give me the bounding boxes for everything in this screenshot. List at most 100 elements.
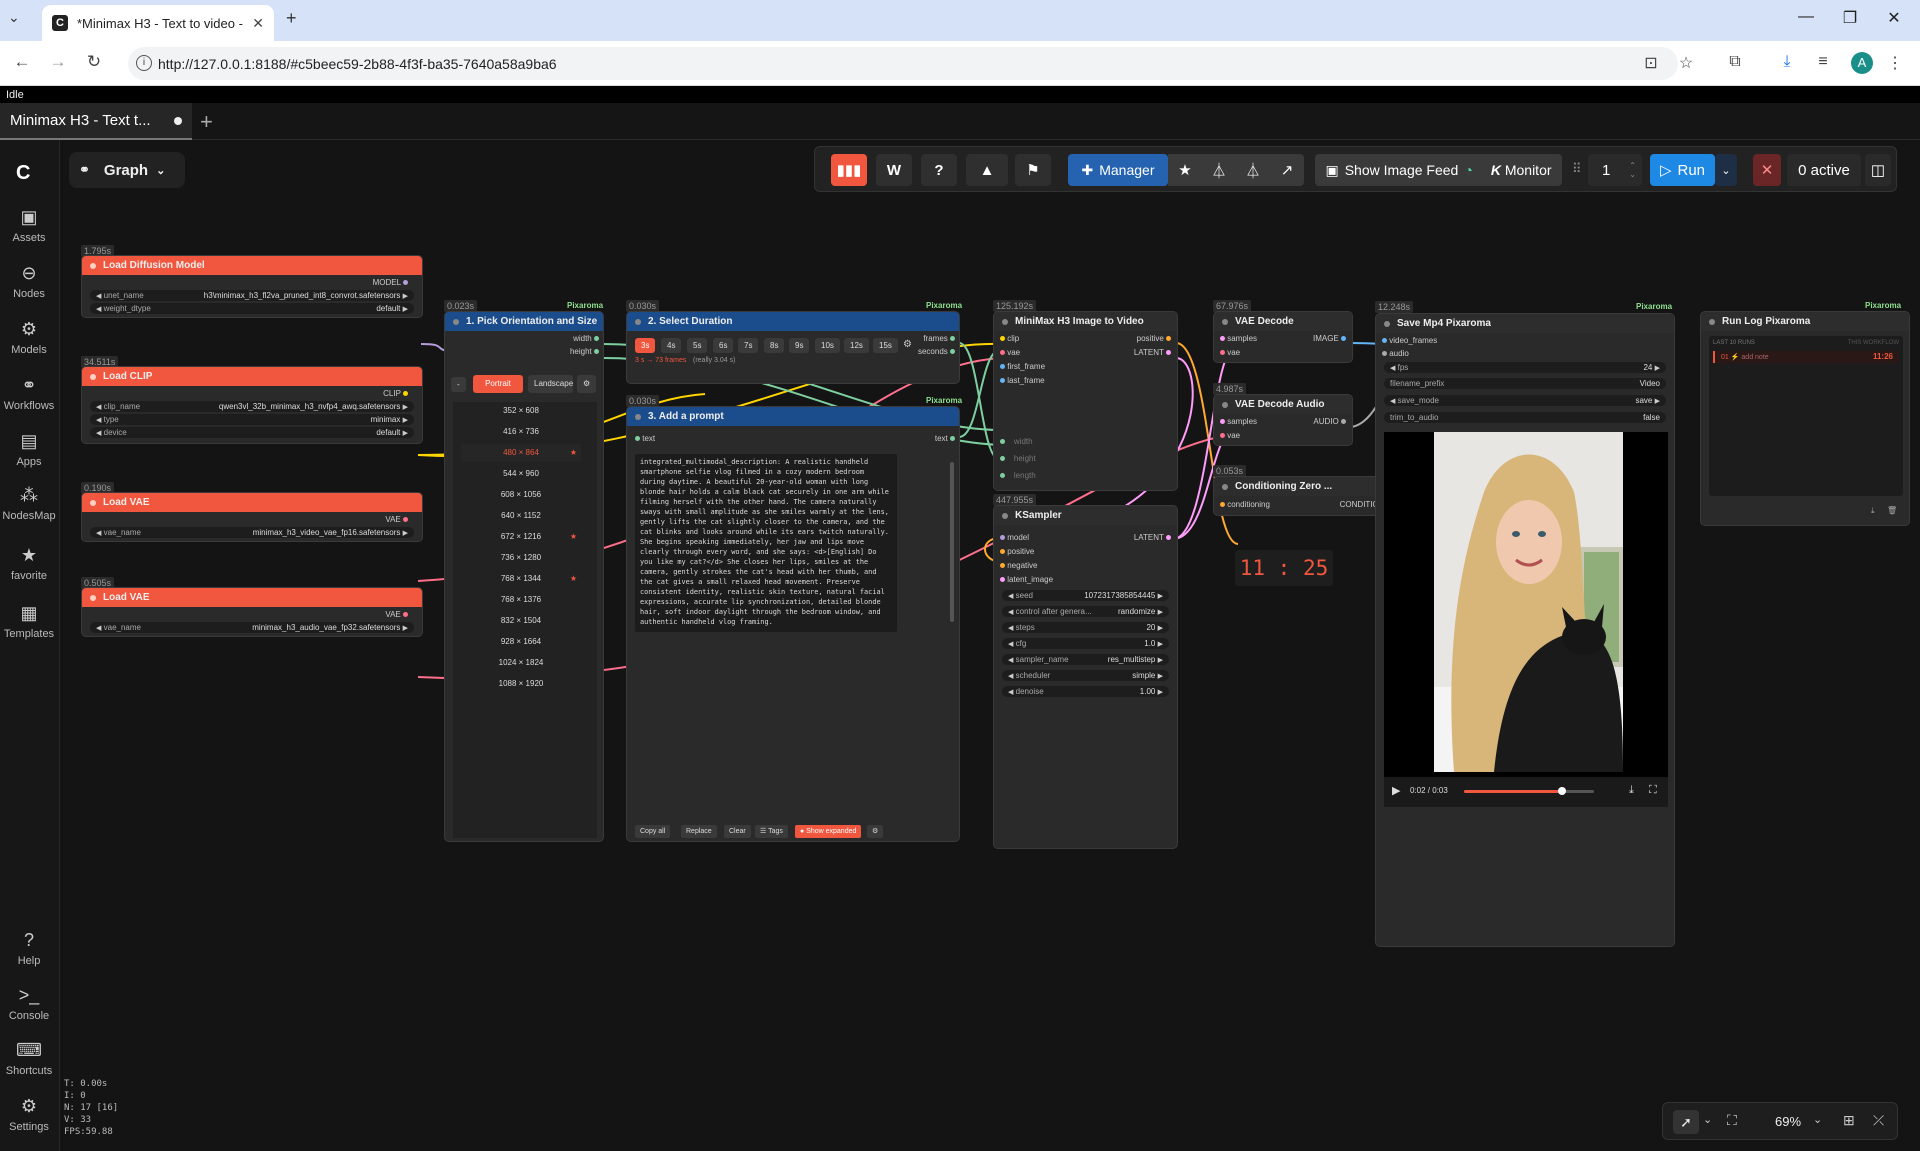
graph-canvas[interactable]: 1.795s Load Diffusion Model MODEL ◀ unet…	[60, 140, 1920, 1151]
sidebar-item-nodesmap[interactable]: ⁂ NodesMap	[0, 485, 58, 522]
widget-weight-dtype[interactable]: ◀ weight_dtype default ▶	[90, 303, 414, 314]
comfy-logo-icon[interactable]: C	[16, 162, 30, 185]
size-option[interactable]: 544 × 960	[461, 465, 581, 482]
cancel-button[interactable]: ✕	[1753, 154, 1781, 186]
fullscreen-icon[interactable]: ⛶	[1649, 784, 1657, 797]
output-text[interactable]: text	[935, 434, 955, 443]
node-add-prompt[interactable]: 3. Add a prompt text text integrated_mul…	[626, 406, 960, 842]
input-samples[interactable]: samples	[1220, 334, 1257, 343]
duration-chip-6s[interactable]: 6s	[713, 338, 734, 353]
arrow-right-icon[interactable]: ▶	[1655, 364, 1660, 372]
browser-tab[interactable]: C *Minimax H3 - Text to video - C ✕	[42, 5, 274, 41]
port-dot-icon[interactable]	[1000, 577, 1005, 583]
chevron-down-icon[interactable]: ⌄	[1813, 1113, 1822, 1126]
node-load-clip[interactable]: Load CLIP CLIP ◀ clip_name qwen3vl_32b_mi…	[81, 366, 423, 444]
landscape-button[interactable]: Landscape	[528, 375, 573, 393]
port-dot-icon[interactable]	[1000, 364, 1005, 370]
arrow-left-icon[interactable]: ◀	[1008, 592, 1013, 600]
browser-menu-icon[interactable]: ⋮	[1884, 53, 1906, 73]
arrow-right-icon[interactable]: ▶	[403, 429, 408, 437]
input-positive[interactable]: positive	[1000, 547, 1034, 556]
port-dot-icon[interactable]	[1341, 419, 1346, 425]
port-dot-icon[interactable]	[403, 280, 408, 286]
port-dot-icon[interactable]	[403, 391, 408, 397]
minus-button[interactable]: -	[451, 377, 466, 392]
minimize-button[interactable]: —	[1786, 8, 1826, 26]
input-video-frames[interactable]: video_frames	[1382, 336, 1437, 345]
model-a-button[interactable]: ⏃	[1202, 154, 1236, 186]
show-expanded-button[interactable]: ● Show expanded	[795, 825, 862, 838]
sidebar-item-workflows[interactable]: ⚭ Workflows	[0, 375, 58, 412]
input-last-frame[interactable]: last_frame	[1000, 376, 1045, 385]
widget-vae-name[interactable]: ◀ vae_name minimax_h3_audio_vae_fp32.safe…	[90, 622, 414, 633]
node-header[interactable]: VAE Decode	[1214, 312, 1352, 331]
output-latent[interactable]: LATENT	[1134, 533, 1171, 542]
share-button[interactable]: ↗	[1270, 154, 1304, 186]
video-progress-track[interactable]	[1464, 787, 1594, 795]
tab-search-icon[interactable]: ⌄	[8, 9, 20, 26]
port-dot-icon[interactable]	[1000, 378, 1005, 384]
input-width[interactable]: width	[1000, 437, 1033, 446]
node-vae-decode-audio[interactable]: VAE Decode Audio samples vae AUDIO	[1213, 394, 1353, 446]
sidebar-item-nodes[interactable]: ⊖ Nodes	[0, 263, 58, 300]
install-app-icon[interactable]: ⊡	[1640, 53, 1662, 73]
size-option[interactable]: 768 × 1344 ★	[461, 570, 581, 587]
media-control-icon[interactable]: ≡	[1812, 53, 1834, 71]
arrow-left-icon[interactable]: ◀	[1390, 397, 1395, 405]
graph-mode-button[interactable]: ⚭ Graph ⌄	[69, 152, 185, 188]
arrow-left-icon[interactable]: ◀	[96, 624, 101, 632]
minimap-icon[interactable]: ⊞	[1843, 1112, 1855, 1129]
port-dot-icon[interactable]	[1220, 350, 1225, 356]
sidebar-item-help[interactable]: ? Help	[0, 930, 58, 967]
arrow-left-icon[interactable]: ◀	[1008, 624, 1013, 632]
input-clip[interactable]: clip	[1000, 334, 1019, 343]
help-button[interactable]: ?	[921, 154, 957, 186]
widget-type[interactable]: ◀ type minimax ▶	[90, 414, 414, 425]
port-dot-icon[interactable]	[1000, 456, 1005, 462]
new-workflow-button[interactable]: +	[200, 109, 213, 135]
node-orientation[interactable]: 1. Pick Orientation and Size width heigh…	[444, 311, 604, 842]
widget-vae-name[interactable]: ◀ vae_name minimax_h3_video_vae_fp16.safe…	[90, 527, 414, 538]
input-audio[interactable]: audio	[1382, 349, 1409, 358]
output-image[interactable]: IMAGE	[1313, 334, 1346, 343]
sidebar-item-models[interactable]: ⚙ Models	[0, 319, 58, 356]
node-minimax-i2v[interactable]: MiniMax H3 Image to Video clip vae first…	[993, 311, 1178, 491]
export-icon[interactable]: ⤓	[1871, 506, 1875, 516]
output-height[interactable]: height	[570, 347, 599, 356]
node-header[interactable]: 1. Pick Orientation and Size	[445, 312, 603, 331]
site-info-icon[interactable]: i	[136, 55, 152, 71]
input-negative[interactable]: negative	[1000, 561, 1037, 570]
arrow-right-icon[interactable]: ▶	[1158, 640, 1163, 648]
settings-gear-icon[interactable]: ⚙	[577, 375, 597, 393]
arrow-left-icon[interactable]: ◀	[96, 529, 101, 537]
arrow-left-icon[interactable]: ◀	[96, 305, 101, 313]
download-icon[interactable]: ⤓	[1629, 784, 1634, 797]
size-option[interactable]: 928 × 1664	[461, 633, 581, 650]
arrow-right-icon[interactable]: ▶	[1655, 397, 1660, 405]
node-header[interactable]: Load VAE	[82, 493, 422, 512]
close-window-button[interactable]: ✕	[1874, 8, 1914, 28]
duration-chip-4s[interactable]: 4s	[661, 338, 682, 353]
arrow-right-icon[interactable]: ▶	[403, 416, 408, 424]
play-icon[interactable]: ▶	[1392, 784, 1400, 797]
input-vae[interactable]: vae	[1220, 348, 1240, 357]
widget-save-mode[interactable]: ◀ save_mode save ▶	[1384, 395, 1666, 406]
node-header[interactable]: Load Diffusion Model	[82, 256, 422, 275]
input-model[interactable]: model	[1000, 533, 1029, 542]
arrow-right-icon[interactable]: ▶	[403, 403, 408, 411]
node-header[interactable]: Run Log Pixaroma	[1701, 312, 1909, 331]
port-dot-icon[interactable]	[1000, 350, 1005, 356]
size-option[interactable]: 416 × 736	[461, 423, 581, 440]
widget-denoise[interactable]: ◀ denoise 1.00 ▶	[1002, 686, 1169, 697]
gear-icon[interactable]: ⚙	[903, 339, 912, 350]
port-dot-icon[interactable]	[950, 349, 955, 355]
size-option[interactable]: 352 × 608	[461, 402, 581, 419]
duration-chip-15s[interactable]: 15s	[873, 338, 898, 353]
video-progress-knob[interactable]	[1557, 787, 1566, 795]
node-save-mp4[interactable]: Save Mp4 Pixaroma video_frames audio ◀ f…	[1375, 313, 1675, 947]
input-first-frame[interactable]: first_frame	[1000, 362, 1045, 371]
input-vae[interactable]: vae	[1220, 431, 1240, 440]
node-header[interactable]: MiniMax H3 Image to Video	[994, 312, 1177, 331]
widget-sampler-name[interactable]: ◀ sampler_name res_multistep ▶	[1002, 654, 1169, 665]
arrow-left-icon[interactable]: ◀	[96, 416, 101, 424]
